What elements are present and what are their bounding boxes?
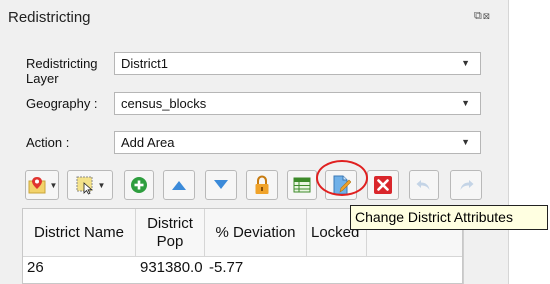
tooltip: Change District Attributes (350, 205, 548, 230)
delete-district-button[interactable] (367, 170, 399, 200)
chevron-down-icon: ▼ (97, 180, 106, 190)
layer-label-line2: Layer (26, 71, 59, 86)
redo-icon (460, 180, 474, 190)
table-icon (293, 177, 311, 193)
close-panel-icon[interactable]: ⊠ (483, 10, 491, 22)
column-header-pop-line2: Pop (156, 232, 184, 250)
action-combo[interactable]: Add Area ▼ (114, 131, 481, 154)
redo-button[interactable] (450, 170, 482, 200)
action-label: Action : (26, 135, 70, 150)
attribute-table-button[interactable] (287, 170, 317, 200)
move-up-icon (172, 181, 186, 190)
map-tool-button[interactable]: ▼ (25, 170, 59, 200)
cell-deviation: -5.77 (209, 259, 244, 276)
chevron-down-icon: ▼ (461, 98, 470, 108)
action-combo-value: Add Area (121, 135, 175, 150)
layer-label-line1: Redistricting (26, 56, 98, 71)
undo-icon (416, 180, 430, 190)
chevron-down-icon: ▼ (461, 58, 470, 68)
panel-title: Redistricting (8, 9, 91, 26)
panel-title-buttons: ⧉⊠ (474, 10, 491, 23)
chevron-down-icon: ▼ (49, 180, 58, 190)
lock-icon (255, 175, 269, 194)
lock-button[interactable] (246, 170, 278, 200)
cell-district-pop: 931380.0 (140, 259, 203, 276)
geography-label: Geography : (26, 96, 98, 111)
delete-icon (374, 176, 392, 194)
geography-combo[interactable]: census_blocks ▼ (114, 92, 481, 115)
layer-combo-value: District1 (121, 56, 168, 71)
select-features-icon (76, 176, 93, 195)
layer-label: Redistricting Layer (26, 56, 98, 86)
move-up-button[interactable] (163, 170, 195, 200)
cell-district-name: 26 (27, 259, 44, 276)
float-panel-icon[interactable]: ⧉ (474, 10, 483, 22)
add-icon (131, 177, 147, 193)
column-header-district-name[interactable]: District Name (23, 209, 136, 257)
map-pin-icon (28, 177, 46, 194)
geography-combo-value: census_blocks (121, 96, 207, 111)
layer-combo[interactable]: District1 ▼ (114, 52, 481, 75)
redistricting-panel: Redistricting ⧉⊠ Redistricting Layer Dis… (0, 0, 509, 284)
undo-button[interactable] (409, 170, 439, 200)
column-header-pop-line1: District (147, 214, 193, 232)
column-header-deviation[interactable]: % Deviation (205, 209, 307, 257)
column-header-district-pop[interactable]: District Pop (136, 209, 205, 257)
chevron-down-icon: ▼ (461, 137, 470, 147)
move-down-icon (214, 180, 228, 189)
move-down-button[interactable] (205, 170, 237, 200)
select-tool-button[interactable]: ▼ (67, 170, 113, 200)
add-district-button[interactable] (124, 170, 154, 200)
highlight-circle (316, 160, 368, 196)
